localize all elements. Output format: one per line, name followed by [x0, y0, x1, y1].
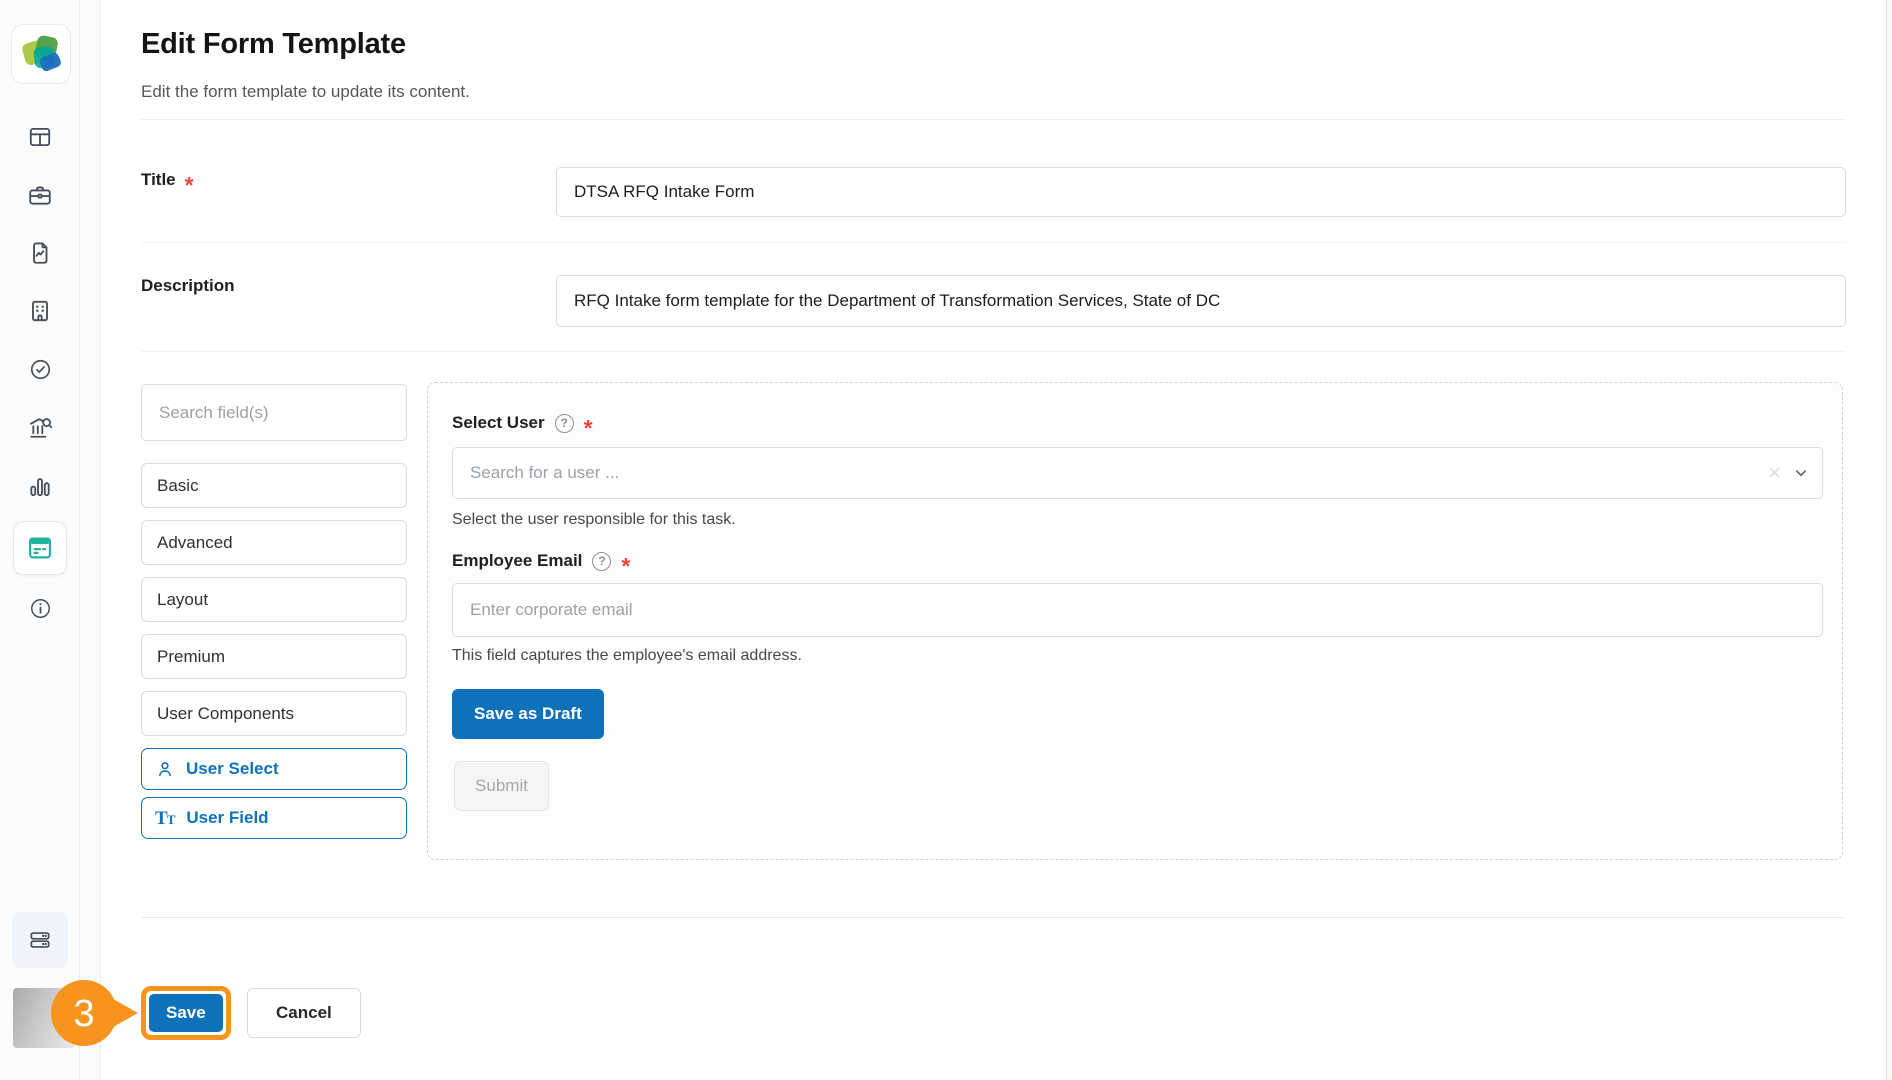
sidebar-item-info[interactable] [18, 586, 62, 630]
select-user-help: Select the user responsible for this tas… [452, 511, 736, 529]
save-button[interactable]: Save [149, 994, 223, 1032]
save-as-draft-button[interactable]: Save as Draft [452, 689, 604, 739]
category-basic[interactable]: Basic [141, 463, 407, 508]
sidebar-item-integrations[interactable] [12, 912, 68, 968]
sidebar-item-organization[interactable] [18, 289, 62, 333]
title-input[interactable] [556, 167, 1846, 217]
bar-chart-icon [27, 473, 53, 499]
category-advanced[interactable]: Advanced [141, 520, 407, 565]
check-circle-icon [28, 357, 53, 382]
step-annotation: 3 [33, 978, 145, 1048]
employee-email-help: This field captures the employee's email… [452, 647, 802, 665]
step-number: 3 [73, 993, 94, 1035]
component-label: User Select [186, 759, 279, 779]
component-user-field[interactable]: TT User Field [141, 797, 407, 839]
logo-icon [18, 31, 64, 77]
help-icon[interactable]: ? [555, 414, 574, 433]
clear-icon[interactable]: × [1768, 462, 1781, 484]
select-user-label: Select User ? * [452, 413, 593, 433]
server-stack-icon [27, 927, 53, 953]
search-fields-input[interactable] [141, 384, 407, 441]
cancel-button[interactable]: Cancel [247, 988, 361, 1038]
building-icon [27, 298, 53, 324]
report-file-icon [27, 240, 53, 266]
select-user-control: × [452, 447, 1823, 499]
app-root: Edit Form Template Edit the form templat… [0, 0, 1892, 1080]
employee-email-label: Employee Email ? * [452, 551, 630, 571]
title-label: Title * [141, 170, 194, 190]
app-logo[interactable] [11, 24, 71, 84]
required-asterisk: * [185, 180, 194, 190]
divider [141, 242, 1845, 243]
employee-email-control [452, 583, 1823, 637]
scrollbar-track[interactable] [1886, 0, 1892, 1080]
required-asterisk: * [621, 561, 630, 571]
description-input[interactable] [556, 275, 1846, 327]
info-icon [28, 596, 53, 621]
form-builder-icon [26, 534, 54, 562]
form-canvas: Select User ? * × Select the user respon… [427, 382, 1843, 860]
sidebar-item-tasks[interactable] [18, 347, 62, 391]
briefcase-icon [27, 182, 53, 208]
layout-gutter [80, 0, 101, 1080]
category-premium[interactable]: Premium [141, 634, 407, 679]
sidebar-item-reports[interactable] [18, 231, 62, 275]
divider [141, 351, 1845, 352]
sidebar-item-procurement[interactable] [18, 405, 62, 449]
select-user-input[interactable] [452, 447, 1823, 499]
submit-button[interactable]: Submit [454, 761, 549, 811]
category-user-components[interactable]: User Components [141, 691, 407, 736]
required-asterisk: * [584, 423, 593, 433]
sidebar [0, 0, 80, 1080]
user-icon [155, 759, 175, 779]
sidebar-item-analytics[interactable] [18, 464, 62, 508]
text-style-icon: TT [155, 809, 175, 828]
divider [141, 119, 1845, 120]
category-layout[interactable]: Layout [141, 577, 407, 622]
description-label: Description [141, 276, 235, 296]
bank-search-icon [27, 414, 54, 441]
sidebar-item-form-builder-active[interactable] [13, 521, 67, 575]
chevron-down-icon[interactable] [1792, 464, 1810, 482]
component-label: User Field [186, 808, 268, 828]
divider [141, 917, 1845, 918]
help-icon[interactable]: ? [592, 552, 611, 571]
component-user-select[interactable]: User Select [141, 748, 407, 790]
page-title: Edit Form Template [141, 28, 406, 61]
dashboard-icon [27, 124, 53, 150]
sidebar-item-dashboard[interactable] [18, 115, 62, 159]
page-subtitle: Edit the form template to update its con… [141, 82, 470, 102]
employee-email-input[interactable] [452, 583, 1823, 637]
main-content: Edit Form Template Edit the form templat… [101, 0, 1886, 1080]
save-button-highlight: Save [141, 986, 231, 1040]
sidebar-item-projects[interactable] [18, 173, 62, 217]
